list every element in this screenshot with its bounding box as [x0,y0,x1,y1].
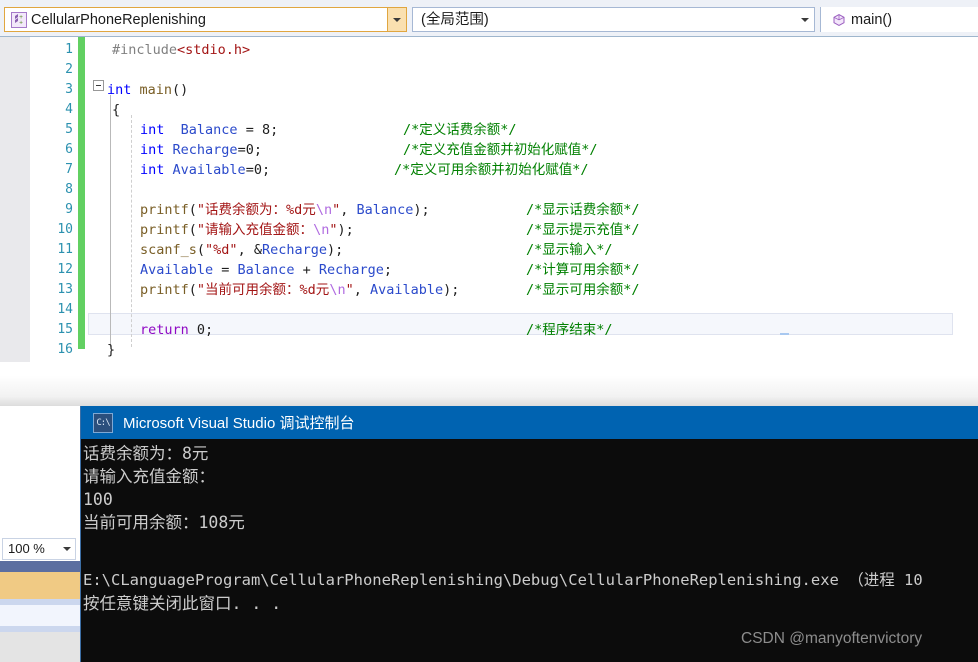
panel-strip-white [0,605,80,626]
brace-structure-guide [110,95,111,347]
console-line: 按任意键关闭此窗口. . . [83,594,282,613]
code-line: { [112,102,121,118]
code-text-area[interactable]: #include<stdio.h> int main() { int Balan… [88,37,978,362]
code-comment: /*程序结束*/ [526,322,613,338]
line-number: 2 [65,62,73,77]
line-number: 4 [65,102,73,117]
chevron-down-icon[interactable] [796,8,814,31]
status-strip-orange [0,572,80,599]
console-title-text: Microsoft Visual Studio 调试控制台 [123,415,355,432]
console-output-area[interactable]: 话费余额为：8元 请输入充值金额： 100 当前可用余额：108元 E:\CLa… [81,439,978,662]
console-line: 100 [83,490,113,509]
scope-dropdown[interactable]: (全局范围) [412,7,815,32]
code-line: int Balance = 8; [140,122,279,138]
code-comment: /*显示输入*/ [526,242,613,258]
chevron-down-icon[interactable] [59,547,75,551]
code-line: } [107,342,116,358]
chevron-down-icon[interactable] [387,8,406,31]
code-comment: /*定义充值金额并初始化赋值*/ [403,142,598,158]
console-app-icon: C:\ [93,412,113,433]
scope-dropdown-label: (全局范围) [421,11,489,28]
line-number: 8 [65,182,73,197]
line-number: 16 [57,342,73,357]
code-line: int Available=0; [140,162,271,178]
line-number: 3 [65,82,73,97]
code-editor[interactable]: 1 2 3 4 5 6 7 8 9 10 11 12 13 14 15 16 #… [0,37,978,362]
console-line: 请输入充值金额： [83,467,215,486]
line-number: 6 [65,142,73,157]
editor-indicator-margin[interactable] [0,37,31,362]
debug-console-window[interactable]: C:\ Microsoft Visual Studio 调试控制台 话费余额为：… [80,406,978,662]
panel-strip-grey [0,632,80,662]
code-comment: /*定义话费余额*/ [403,122,517,138]
line-number: 9 [65,202,73,217]
line-number: 5 [65,122,73,137]
code-line: printf("请输入充值金额：\n"); [140,222,354,238]
member-dropdown-label: main() [851,11,893,28]
method-icon [829,12,849,28]
code-line: return 0; [140,322,214,338]
code-comment: /*显示提示充值*/ [526,222,640,238]
csdn-watermark: CSDN @manyoftenvictory [741,630,923,647]
code-line: Available = Balance + Recharge; [140,262,393,278]
console-line: 当前可用余额：108元 [83,513,245,532]
code-line: #include<stdio.h> [112,42,251,58]
code-comment: /*显示可用余额*/ [526,282,640,298]
code-line: printf("话费余额为：%d元\n", Balance); [140,202,430,218]
code-line: int Recharge=0; [140,142,262,158]
zoom-level-value: 100 % [8,541,45,556]
line-number: 15 [57,322,73,337]
cpp-project-icon: + + [9,11,29,28]
unsaved-change-bar [78,37,85,349]
line-number: 14 [57,302,73,317]
line-number: 11 [57,242,73,257]
svg-text:+: + [19,19,23,26]
line-number: 1 [65,42,73,57]
code-comment: /*显示话费余额*/ [526,202,640,218]
indent-structure-guide [131,115,132,347]
code-comment: /*计算可用余额*/ [526,262,640,278]
collapse-region-toggle[interactable] [93,80,104,91]
line-number: 7 [65,162,73,177]
project-dropdown[interactable]: + + CellularPhoneReplenishing [4,7,407,32]
navigation-bar: + + CellularPhoneReplenishing (全局范围) mai… [0,0,978,37]
status-strip-blue [0,561,80,572]
code-line: int main() [107,82,189,98]
line-number: 13 [57,282,73,297]
nav-bar-top-edge [0,0,978,4]
line-number: 12 [57,262,73,277]
console-line: E:\CLanguageProgram\CellularPhoneRepleni… [83,571,923,589]
console-line: 话费余额为：8元 [83,444,209,463]
line-number-gutter: 1 2 3 4 5 6 7 8 9 10 11 12 13 14 15 16 [31,37,77,362]
console-title-bar[interactable]: C:\ Microsoft Visual Studio 调试控制台 [81,406,978,439]
code-line: printf("当前可用余额：%d元\n", Available); [140,282,460,298]
member-dropdown[interactable]: main() [820,7,978,32]
code-comment: /*定义可用余额并初始化赋值*/ [394,162,589,178]
editor-bottom-fade [0,362,978,406]
zoom-level-dropdown[interactable]: 100 % [2,538,76,560]
line-number: 10 [57,222,73,237]
code-line: scanf_s("%d", &Recharge); [140,242,344,258]
project-dropdown-label: CellularPhoneReplenishing [31,11,206,28]
